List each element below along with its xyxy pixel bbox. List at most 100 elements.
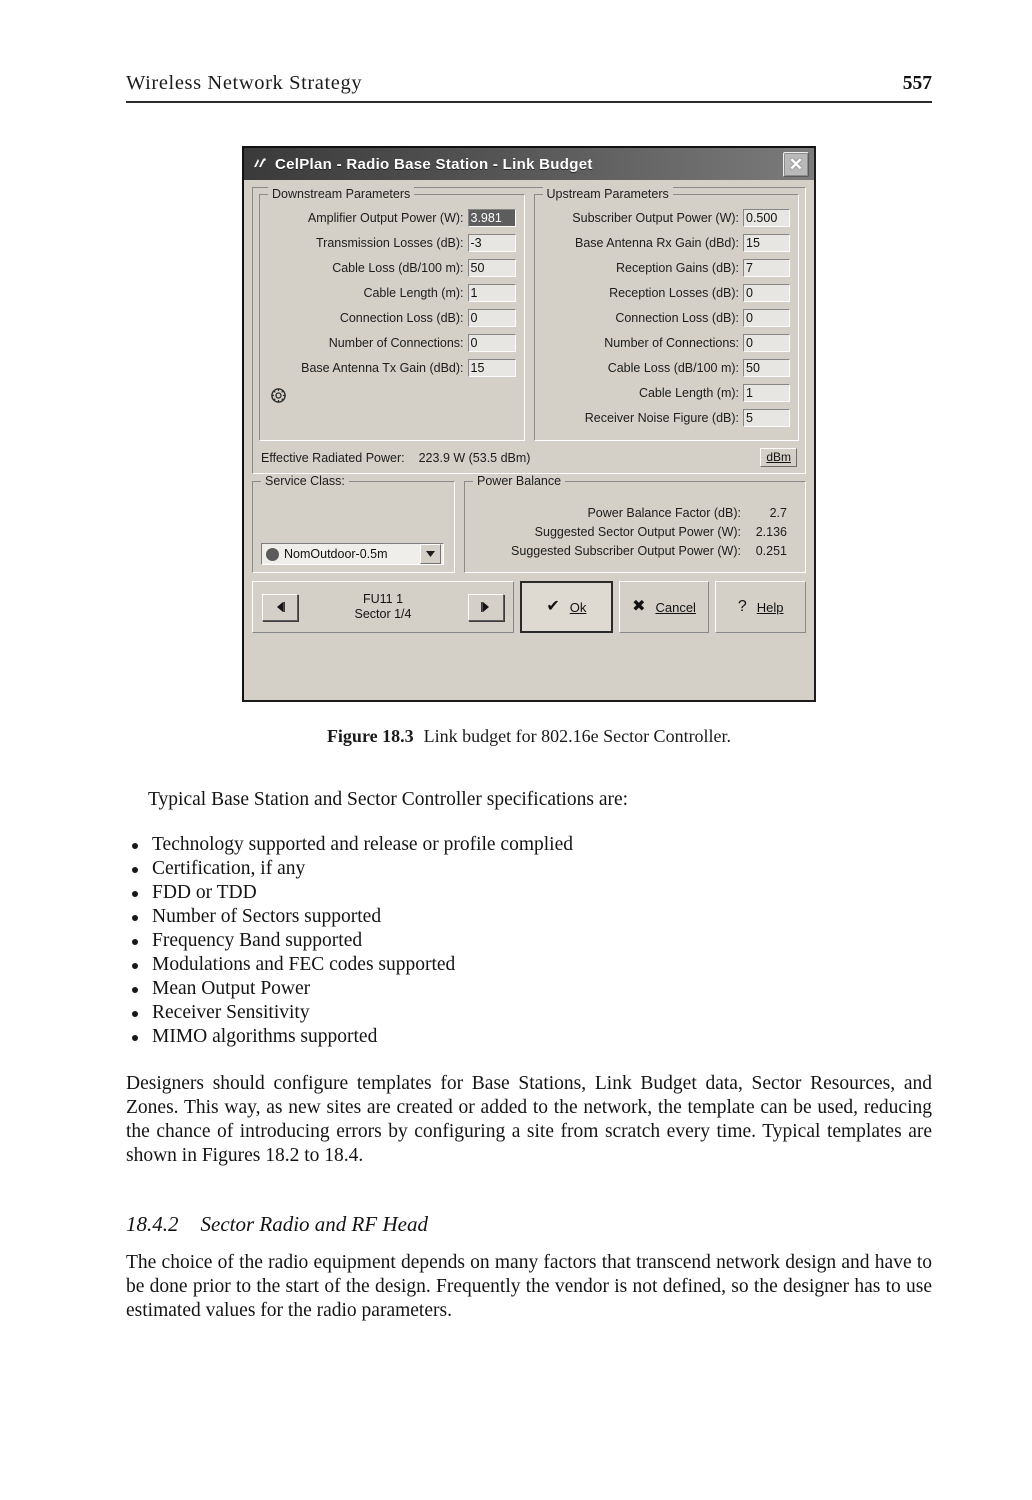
close-icon[interactable]: ✕ <box>783 152 809 177</box>
power-balance-row: Suggested Subscriber Output Power (W): 0… <box>473 544 787 558</box>
field-cable-loss-down: Cable Loss (dB/100 m): 50 <box>268 258 516 277</box>
field-connection-loss-up: Connection Loss (dB): 0 <box>543 308 790 327</box>
subscriber-output-power-input[interactable]: 0.500 <box>743 208 790 227</box>
dialog-title: CelPlan - Radio Base Station - Link Budg… <box>275 155 593 173</box>
field-connection-loss-down: Connection Loss (dB): 0 <box>268 308 516 327</box>
receiver-noise-figure-input[interactable]: 5 <box>743 408 790 427</box>
amplifier-output-power-input[interactable]: 3.981 <box>467 208 516 227</box>
list-item: Certification, if any <box>126 857 932 881</box>
next-sector-button[interactable] <box>467 593 504 621</box>
field-reception-gains: Reception Gains (dB): 7 <box>543 258 790 277</box>
field-label: Cable Length (m): <box>363 285 464 300</box>
sector-line1: FU11 1 <box>362 592 404 606</box>
power-balance-value: 0.251 <box>755 544 787 558</box>
lower-panel: Service Class: NomOutdoor-0.5m Power Bal… <box>252 474 806 573</box>
section-heading: 18.4.2 Sector Radio and RF Head <box>126 1212 932 1237</box>
power-balance-label: Suggested Sector Output Power (W): <box>534 525 741 539</box>
power-balance-label: Suggested Subscriber Output Power (W): <box>511 544 741 558</box>
document-page: Wireless Network Strategy 557 CelPlan - … <box>0 0 1032 1500</box>
field-transmission-losses: Transmission Losses (dB): -3 <box>268 233 516 252</box>
sector-navigator: FU11 1 Sector 1/4 <box>252 581 514 633</box>
parameters-panel: Downstream Parameters Amplifier Output P… <box>252 187 806 474</box>
connection-loss-down-input[interactable]: 0 <box>467 308 516 327</box>
field-label: Reception Losses (dB): <box>609 285 739 300</box>
field-label: Connection Loss (dB): <box>339 310 464 325</box>
service-class-dropdown[interactable]: NomOutdoor-0.5m <box>261 543 444 565</box>
parameters-row: Downstream Parameters Amplifier Output P… <box>259 187 799 441</box>
list-item: MIMO algorithms supported <box>126 1025 932 1049</box>
downstream-legend: Downstream Parameters <box>268 187 415 201</box>
cable-length-down-input[interactable]: 1 <box>467 283 516 302</box>
page-number: 557 <box>902 73 932 94</box>
figure-caption-text: Link budget for 802.16e Sector Controlle… <box>423 726 732 746</box>
field-cable-length-down: Cable Length (m): 1 <box>268 283 516 302</box>
field-base-antenna-rx-gain: Base Antenna Rx Gain (dBd): 15 <box>543 233 790 252</box>
list-item-label: Number of Sectors supported <box>152 906 382 927</box>
settings-gear-icon[interactable] <box>270 387 287 404</box>
field-label: Receiver Noise Figure (dB): <box>584 410 739 425</box>
power-balance-rows: Power Balance Factor (dB): 2.7 Suggested… <box>473 506 797 558</box>
erp-value: 223.9 W (53.5 dBm) <box>418 450 531 465</box>
reception-losses-input[interactable]: 0 <box>743 283 790 302</box>
field-number-of-connections-down: Number of Connections: 0 <box>268 333 516 352</box>
dbm-unit-label: dBm <box>766 450 791 464</box>
cancel-button[interactable]: ✖ Cancel <box>618 581 710 633</box>
body-paragraph-1: Designers should configure templates for… <box>126 1073 932 1166</box>
checkmark-icon: ✔ <box>546 598 560 615</box>
connection-loss-up-input[interactable]: 0 <box>743 308 790 327</box>
chevron-down-icon[interactable] <box>420 544 441 564</box>
help-button[interactable]: ? Help <box>715 581 807 633</box>
body-paragraph-2: The choice of the radio equipment depend… <box>126 1252 932 1321</box>
field-amplifier-output-power: Amplifier Output Power (W): 3.981 <box>268 208 516 227</box>
cable-loss-down-input[interactable]: 50 <box>467 258 516 277</box>
field-label: Cable Length (m): <box>638 385 739 400</box>
lead-paragraph: Typical Base Station and Sector Controll… <box>148 789 629 810</box>
field-label: Connection Loss (dB): <box>615 310 739 325</box>
celplan-logo-icon <box>252 156 268 172</box>
cable-loss-up-input[interactable]: 50 <box>743 358 790 377</box>
figure-image: CelPlan - Radio Base Station - Link Budg… <box>242 146 816 702</box>
dbm-unit-button[interactable]: dBm <box>760 448 797 467</box>
reception-gains-input[interactable]: 7 <box>743 258 790 277</box>
bullet-icon <box>132 843 138 849</box>
field-label: Amplifier Output Power (W): <box>307 210 464 225</box>
upstream-legend: Upstream Parameters <box>542 187 673 201</box>
ok-button[interactable]: ✔ Ok <box>520 581 613 633</box>
field-label: Number of Connections: <box>604 335 739 350</box>
list-item-label: Modulations and FEC codes supported <box>152 954 456 975</box>
number-of-connections-up-input[interactable]: 0 <box>743 333 790 352</box>
field-label: Number of Connections: <box>328 335 464 350</box>
erp-text: Effective Radiated Power: 223.9 W (53.5 d… <box>261 451 530 465</box>
question-mark-icon: ? <box>737 598 747 615</box>
transmission-losses-input[interactable]: -3 <box>467 233 516 252</box>
sector-label: FU11 1 Sector 1/4 <box>355 592 412 622</box>
bullet-icon <box>132 915 138 921</box>
number-of-connections-down-input[interactable]: 0 <box>467 333 516 352</box>
bullet-icon <box>132 987 138 993</box>
base-antenna-rx-gain-input[interactable]: 15 <box>743 233 790 252</box>
base-antenna-tx-gain-input[interactable]: 15 <box>467 358 516 377</box>
power-balance-label: Power Balance Factor (dB): <box>587 506 741 520</box>
link-budget-dialog: CelPlan - Radio Base Station - Link Budg… <box>242 146 816 702</box>
power-balance-group: Power Balance Power Balance Factor (dB):… <box>464 474 806 573</box>
list-item-label: Mean Output Power <box>152 978 311 999</box>
dialog-body: Downstream Parameters Amplifier Output P… <box>244 180 814 700</box>
bullet-icon <box>132 891 138 897</box>
list-item: Technology supported and release or prof… <box>126 833 932 857</box>
list-item: Mean Output Power <box>126 977 932 1001</box>
prev-sector-button[interactable] <box>262 593 298 621</box>
field-label: Cable Loss (dB/100 m): <box>607 360 739 375</box>
list-item-label: Certification, if any <box>152 858 306 879</box>
list-item-label: FDD or TDD <box>152 882 257 903</box>
power-balance-row: Suggested Sector Output Power (W): 2.136 <box>473 525 787 539</box>
power-balance-value: 2.7 <box>769 506 787 520</box>
running-head: Wireless Network Strategy 557 <box>126 72 932 95</box>
field-label: Transmission Losses (dB): <box>316 235 464 250</box>
list-item-label: MIMO algorithms supported <box>152 1026 378 1047</box>
bullet-icon <box>132 867 138 873</box>
field-label: Base Antenna Rx Gain (dBd): <box>575 235 739 250</box>
cable-length-up-input[interactable]: 1 <box>743 383 790 402</box>
field-cable-loss-up: Cable Loss (dB/100 m): 50 <box>543 358 790 377</box>
section-number: 18.4.2 <box>126 1212 179 1236</box>
field-reception-losses: Reception Losses (dB): 0 <box>543 283 790 302</box>
